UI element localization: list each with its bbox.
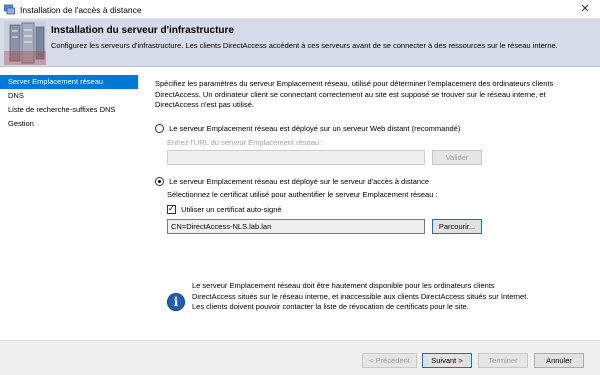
validate-button[interactable]: Valider (432, 150, 482, 165)
sidebar-item-dns[interactable]: DNS (0, 89, 138, 103)
main-panel: Spécifiez les paramètres du serveur Empl… (155, 79, 585, 234)
page-description: Configurez les serveurs d'infrastructure… (51, 41, 558, 50)
local-server-label[interactable]: Le serveur Emplacement réseau est déploy… (169, 177, 429, 186)
sidebar-item-network-location-server[interactable]: Server Emplacement réseau (0, 75, 138, 89)
close-icon[interactable]: ✕ (570, 0, 600, 19)
self-signed-label[interactable]: Utiliser un certificat auto-signé (181, 205, 281, 214)
server-rack-icon (4, 21, 46, 65)
info-text: Le serveur Emplacement réseau doit être … (192, 281, 529, 311)
local-server-radio[interactable] (155, 176, 164, 186)
wizard-header: Installation du serveur d'infrastructure… (0, 19, 600, 67)
cert-prompt: Sélectionnez le certificat utilisé pour … (167, 190, 438, 199)
local-server-option[interactable]: Le serveur Emplacement réseau est déploy… (155, 176, 429, 186)
page-title: Installation du serveur d'infrastructure (51, 25, 234, 36)
info-panel: i Le serveur Emplacement réseau doit êtr… (155, 268, 575, 330)
browse-button[interactable]: Parcourir... (432, 219, 482, 234)
window-title: Installation de l'accès à distance (20, 5, 142, 15)
remote-server-option[interactable]: Le serveur Emplacement réseau est déploy… (155, 123, 460, 133)
remote-access-app-icon (4, 4, 15, 15)
previous-button[interactable]: < Précédent (362, 353, 417, 368)
wizard-steps-sidebar: Server Emplacement réseau DNS Liste de r… (0, 75, 138, 131)
self-signed-checkbox[interactable] (167, 204, 176, 214)
remote-server-radio[interactable] (155, 123, 164, 133)
certificate-field[interactable]: CN=DirectAccess-NLS.lab.lan (167, 219, 425, 234)
url-prompt: Entrez l'URL du serveur Emplacement rése… (167, 138, 324, 147)
sidebar-item-dns-suffix-search-list[interactable]: Liste de recherche-suffixes DNS (0, 103, 138, 117)
cancel-button[interactable]: Annuler (534, 353, 584, 368)
remote-server-label[interactable]: Le serveur Emplacement réseau est déploy… (169, 124, 460, 133)
next-button[interactable]: Suivant > (422, 353, 472, 368)
finish-button[interactable]: Terminer (478, 353, 528, 368)
self-signed-option[interactable]: Utiliser un certificat auto-signé (167, 204, 282, 214)
sidebar-item-management[interactable]: Gestion (0, 117, 138, 131)
url-input[interactable] (167, 150, 425, 165)
wizard-footer: < Précédent Suivant > Terminer Annuler (0, 341, 600, 375)
window-titlebar: Installation de l'accès à distance ✕ (0, 0, 600, 19)
intro-text: Spécifiez les paramètres du serveur Empl… (155, 79, 554, 109)
info-icon: i (167, 293, 185, 311)
